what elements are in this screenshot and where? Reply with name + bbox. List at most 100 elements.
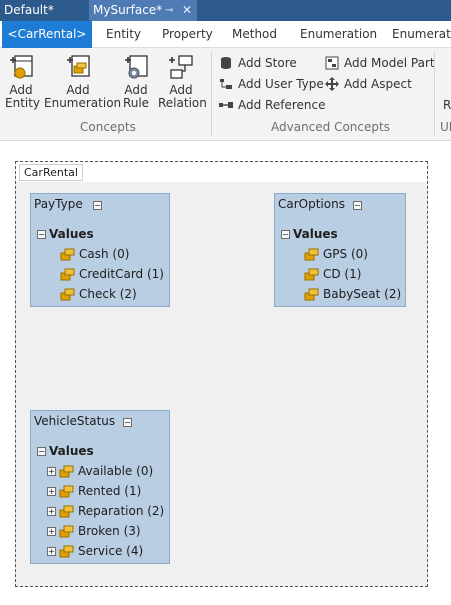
list-item[interactable]: + Broken (3) xyxy=(47,524,141,538)
doc-tab-label: MySurface* xyxy=(93,3,163,17)
list-item[interactable]: Cash (0) xyxy=(60,247,129,261)
values-section-header[interactable]: − Values xyxy=(281,227,338,241)
list-item[interactable]: + Reparation (2) xyxy=(47,504,164,518)
doc-tab-label: Default* xyxy=(4,3,54,17)
expand-icon[interactable]: + xyxy=(47,467,56,476)
item-label: CD (1) xyxy=(323,267,362,281)
expand-icon[interactable]: + xyxy=(47,507,56,516)
enumeration-shape-caroptions[interactable]: CarOptions − − Values GPS (0) CD (1) Baby… xyxy=(274,193,406,307)
collapse-icon[interactable]: − xyxy=(93,201,102,210)
enumeration-shape-vehiclestatus[interactable]: VehicleStatus − − Values + Available (0) +… xyxy=(30,410,170,564)
document-tab-strip: Default* MySurface* ⊸ ✕ xyxy=(0,0,451,21)
button-label: Add xyxy=(9,83,33,97)
enum-literal-icon xyxy=(59,464,74,478)
enum-literal-icon xyxy=(304,247,319,261)
item-label: Service (4) xyxy=(78,544,144,558)
button-label: Add Aspect xyxy=(344,77,412,91)
tab-method[interactable]: Method xyxy=(232,21,277,48)
enumeration-shape-paytype[interactable]: PayType − − Values Cash (0) CreditCard (1… xyxy=(30,193,170,307)
list-item[interactable]: BabySeat (2) xyxy=(304,287,401,301)
enum-literal-icon xyxy=(59,504,74,518)
add-enumeration-button[interactable]: Add Enumeration xyxy=(44,53,121,110)
section-label: Values xyxy=(49,444,94,458)
ribbon-panel: Add Entity Add Enumeration Add Rule Add … xyxy=(0,48,451,141)
list-item[interactable]: GPS (0) xyxy=(304,247,368,261)
tab-enumeration-2[interactable]: Enumeratio xyxy=(392,21,451,48)
item-label: Check (2) xyxy=(79,287,137,301)
enum-literal-icon xyxy=(59,524,74,538)
design-surface: CarRental PayType − − Values Cash (0) Cre… xyxy=(0,141,451,605)
shape-title: VehicleStatus xyxy=(34,414,116,428)
expand-icon[interactable]: + xyxy=(47,547,56,556)
ribbon-tab-bar: <CarRental> Entity Property Method Enume… xyxy=(0,21,451,48)
group-separator xyxy=(434,52,435,136)
button-label: Add Store xyxy=(238,56,297,70)
ribbon-button-partial[interactable]: R xyxy=(443,99,451,112)
values-section-header[interactable]: − Values xyxy=(37,444,94,458)
list-item[interactable]: CreditCard (1) xyxy=(60,267,164,281)
add-entity-button[interactable]: Add Entity xyxy=(5,53,40,110)
list-item[interactable]: Check (2) xyxy=(60,287,137,301)
canvas-title: CarRental xyxy=(19,164,83,181)
button-label: Add Model Part xyxy=(344,56,435,70)
expand-icon[interactable]: + xyxy=(47,487,56,496)
button-label: Relation xyxy=(158,96,207,110)
section-label: Values xyxy=(293,227,338,241)
database-icon xyxy=(219,56,233,70)
list-item[interactable]: + Rented (1) xyxy=(47,484,141,498)
enum-literal-icon xyxy=(60,247,75,261)
collapse-icon[interactable]: − xyxy=(37,447,46,456)
tab-entity[interactable]: Entity xyxy=(106,21,141,48)
button-label: Enumeration xyxy=(44,96,122,110)
collapse-icon[interactable]: − xyxy=(37,230,46,239)
add-relation-button[interactable]: Add Relation xyxy=(158,53,207,110)
add-entity-icon xyxy=(7,53,35,81)
collapse-icon[interactable]: − xyxy=(281,230,290,239)
model-canvas[interactable]: CarRental PayType − − Values Cash (0) Cre… xyxy=(15,161,428,587)
add-aspect-button[interactable]: Add Aspect xyxy=(325,76,412,92)
shape-title: PayType xyxy=(34,197,83,211)
list-item[interactable]: + Available (0) xyxy=(47,464,153,478)
enum-literal-icon xyxy=(304,267,319,281)
add-rule-button[interactable]: Add Rule xyxy=(120,53,152,110)
enum-literal-icon xyxy=(60,267,75,281)
group-label-ui: UI xyxy=(440,120,451,134)
button-label: Add xyxy=(124,83,148,97)
pin-icon[interactable]: ⊸ xyxy=(165,0,173,21)
add-user-type-button[interactable]: Add User Type xyxy=(219,76,324,92)
section-label: Values xyxy=(49,227,94,241)
add-store-button[interactable]: Add Store xyxy=(219,55,297,71)
values-section-header[interactable]: − Values xyxy=(37,227,94,241)
item-label: Available (0) xyxy=(78,464,154,478)
group-separator xyxy=(211,52,212,136)
tab-property[interactable]: Property xyxy=(162,21,213,48)
user-type-icon xyxy=(219,77,233,91)
add-rule-icon xyxy=(122,53,150,81)
enum-literal-icon xyxy=(304,287,319,301)
group-label-concepts: Concepts xyxy=(80,120,136,134)
item-label: Reparation (2) xyxy=(78,504,165,518)
collapse-icon[interactable]: − xyxy=(123,418,132,427)
button-label: Add Reference xyxy=(238,98,326,112)
item-label: Cash (0) xyxy=(79,247,130,261)
button-label: Add xyxy=(66,83,90,97)
item-label: Rented (1) xyxy=(78,484,142,498)
list-item[interactable]: CD (1) xyxy=(304,267,361,281)
item-label: CreditCard (1) xyxy=(79,267,164,281)
model-part-icon xyxy=(325,56,339,70)
list-item[interactable]: + Service (4) xyxy=(47,544,143,558)
enum-literal-icon xyxy=(60,287,75,301)
shape-title: CarOptions xyxy=(278,197,345,211)
tab-enumeration[interactable]: Enumeration xyxy=(300,21,377,48)
collapse-icon[interactable]: − xyxy=(353,201,362,210)
add-model-part-button[interactable]: Add Model Part xyxy=(325,55,435,71)
button-label: Add User Type xyxy=(238,77,324,91)
doc-tab-default[interactable]: Default* xyxy=(0,0,86,21)
tab-carrental[interactable]: <CarRental> xyxy=(2,21,92,48)
add-relation-icon xyxy=(167,53,195,81)
enum-literal-icon xyxy=(59,484,74,498)
expand-icon[interactable]: + xyxy=(47,527,56,536)
close-icon[interactable]: ✕ xyxy=(182,0,192,21)
add-reference-button[interactable]: Add Reference xyxy=(219,97,325,113)
doc-tab-mysurface[interactable]: MySurface* ⊸ ✕ xyxy=(89,0,197,21)
